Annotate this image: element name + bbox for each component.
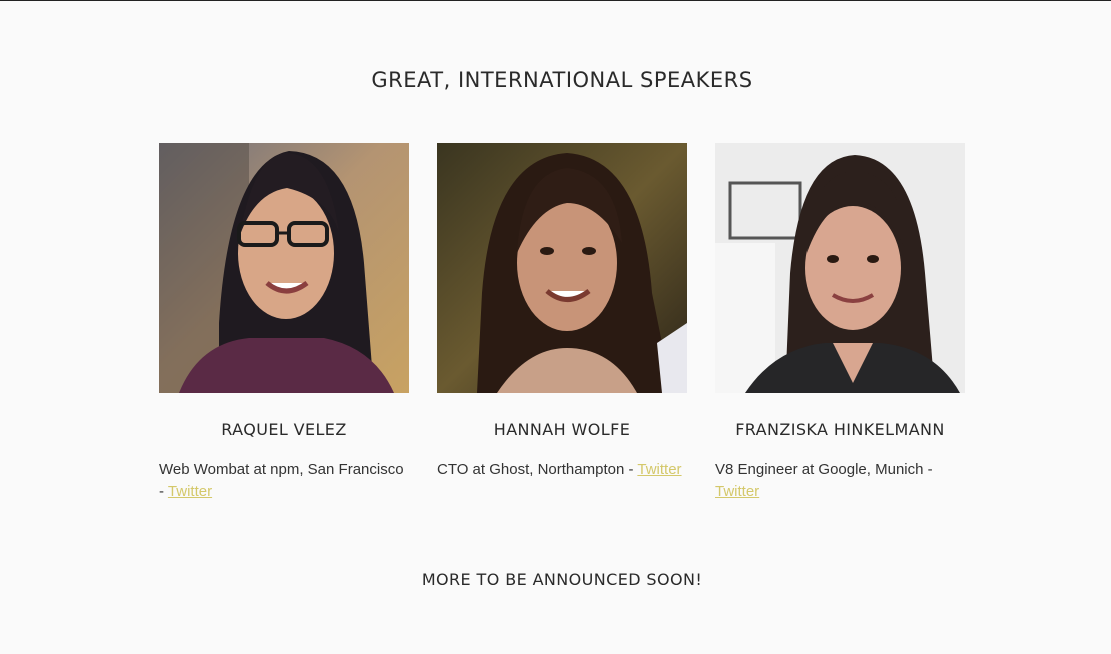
speaker-info: CTO at Ghost, Northampton - Twitter xyxy=(437,459,687,481)
speaker-info: Web Wombat at npm, San Francisco - Twitt… xyxy=(159,459,409,503)
speaker-description: V8 Engineer at Google, Munich - xyxy=(715,461,933,478)
speaker-photo xyxy=(159,143,409,393)
twitter-link[interactable]: Twitter xyxy=(715,483,759,500)
speaker-name: FRANZISKA HINKELMANN xyxy=(735,420,945,439)
more-announced-note: MORE TO BE ANNOUNCED SOON! xyxy=(421,570,703,589)
top-divider xyxy=(0,0,1111,1)
speaker-card: FRANZISKA HINKELMANN V8 Engineer at Goog… xyxy=(715,143,965,503)
speaker-card: RAQUEL VELEZ Web Wombat at npm, San Fran… xyxy=(159,143,409,503)
speaker-description: CTO at Ghost, Northampton - xyxy=(437,461,638,478)
speaker-info: V8 Engineer at Google, Munich - Twitter xyxy=(715,459,965,503)
twitter-link[interactable]: Twitter xyxy=(637,461,681,478)
speaker-card: HANNAH WOLFE CTO at Ghost, Northampton -… xyxy=(437,143,687,503)
twitter-link[interactable]: Twitter xyxy=(168,483,212,500)
section-title: GREAT, INTERNATIONAL SPEAKERS xyxy=(371,68,753,92)
speaker-name: RAQUEL VELEZ xyxy=(221,420,347,439)
speaker-photo xyxy=(437,143,687,393)
speakers-grid: RAQUEL VELEZ Web Wombat at npm, San Fran… xyxy=(159,143,967,503)
speaker-photo xyxy=(715,143,965,393)
speaker-name: HANNAH WOLFE xyxy=(493,420,631,439)
